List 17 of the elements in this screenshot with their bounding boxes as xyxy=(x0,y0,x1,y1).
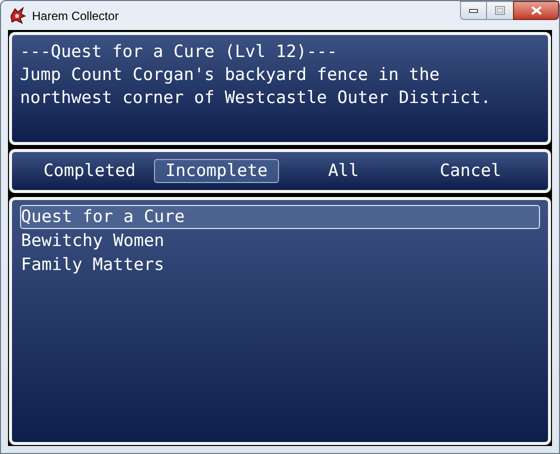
minimize-button[interactable] xyxy=(460,1,487,20)
quest-list-item[interactable]: Quest for a Cure xyxy=(20,205,540,229)
quest-description-line: northwest corner of Westcastle Outer District. xyxy=(20,87,492,110)
filter-tab[interactable]: Completed xyxy=(32,159,147,183)
quest-list-item[interactable]: Bewitchy Women xyxy=(20,229,540,253)
quest-list-item[interactable]: Family Matters xyxy=(20,253,540,277)
filter-tab[interactable]: Cancel xyxy=(428,159,512,183)
quest-description-line: Jump Count Corgan's backyard fence in the xyxy=(20,64,441,87)
maximize-icon xyxy=(495,6,505,15)
app-icon xyxy=(9,7,26,24)
minimize-icon xyxy=(469,8,478,12)
filter-tab[interactable]: Incomplete xyxy=(154,159,279,183)
filter-tab[interactable]: All xyxy=(317,159,370,183)
close-button[interactable] xyxy=(513,1,559,20)
close-icon xyxy=(530,6,542,15)
quest-heading: ---Quest for a Cure (Lvl 12)--- xyxy=(20,41,338,64)
window-title: Harem Collector xyxy=(32,8,119,24)
